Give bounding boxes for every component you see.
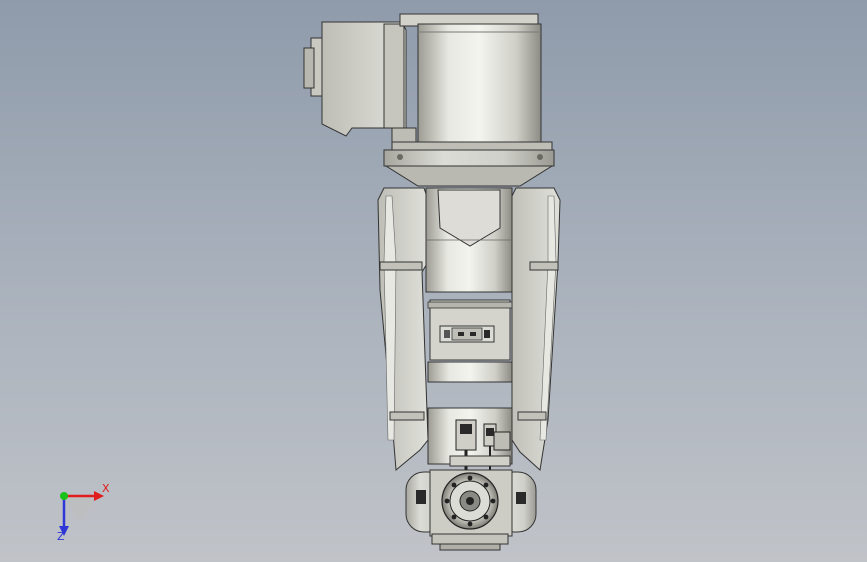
top-motor-assembly	[303, 13, 555, 187]
z-axis-label: Z	[57, 530, 65, 543]
coordinate-triad: X Z	[44, 478, 124, 548]
graphics-viewport[interactable]: X Z	[0, 0, 867, 562]
robot-arm-model[interactable]	[0, 0, 867, 562]
tool-flange	[405, 469, 537, 551]
triad-axes-icon	[59, 491, 104, 536]
x-axis-label: X	[102, 482, 110, 495]
